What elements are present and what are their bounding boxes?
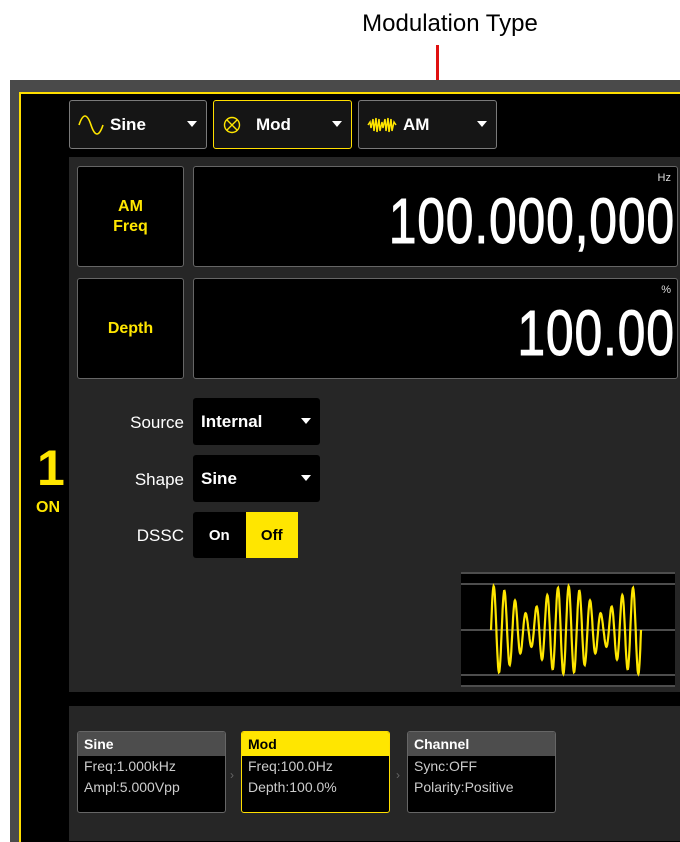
summary-card-line: Polarity:Positive — [414, 779, 514, 795]
depth-label: Depth — [107, 319, 154, 337]
chevron-down-icon — [477, 121, 487, 127]
am-waveform-preview — [461, 572, 675, 687]
channel-state[interactable]: ON — [36, 499, 60, 517]
summary-card-mod[interactable]: Mod Freq:100.0Hz Depth:100.0% — [241, 731, 390, 813]
summary-card-line: Freq:100.0Hz — [248, 758, 333, 774]
mode-label: Mod — [256, 114, 291, 134]
channel-panel: 1 ON Sine Mod AM AM Freq Hz 100.000,000 … — [19, 92, 680, 842]
mode-dropdown[interactable]: Mod — [213, 100, 352, 149]
am-freq-label-line2: Freq — [113, 217, 148, 235]
dssc-off-option[interactable]: Off — [245, 512, 298, 558]
source-value: Internal — [201, 411, 263, 431]
modulation-type-dropdown[interactable]: AM — [358, 100, 497, 149]
summary-card-line: Sync:OFF — [414, 758, 478, 774]
summary-card-line: Depth:100.0% — [248, 779, 337, 795]
chevron-right-icon: › — [230, 768, 234, 782]
chevron-down-icon — [187, 121, 197, 127]
waveform-label: Sine — [110, 114, 146, 134]
dssc-toggle[interactable]: On Off — [193, 512, 298, 558]
source-label: Source — [130, 413, 184, 432]
chevron-right-icon: › — [396, 768, 400, 782]
modulation-type-label: AM — [403, 114, 430, 134]
shape-value: Sine — [201, 468, 237, 488]
shape-label: Shape — [134, 470, 184, 489]
modulation-icon — [223, 116, 241, 133]
sine-wave-icon — [78, 114, 104, 135]
am-freq-label-line1: AM — [118, 197, 143, 215]
depth-unit: % — [661, 284, 671, 296]
am-wave-icon — [367, 117, 397, 132]
am-freq-value-field[interactable]: Hz 100.000,000 — [193, 166, 678, 267]
am-freq-value: 100.000,000 — [388, 185, 675, 258]
summary-card-sine[interactable]: Sine Freq:1.000kHz Ampl:5.000Vpp — [77, 731, 226, 813]
shape-select[interactable]: Sine — [193, 455, 320, 502]
parameter-area: AM Freq Hz 100.000,000 Depth % 100.00 So… — [69, 157, 680, 692]
depth-softkey[interactable]: Depth — [77, 278, 184, 379]
modulation-type-callout: Modulation Type — [362, 10, 538, 37]
summary-card-line: Ampl:5.000Vpp — [84, 779, 180, 795]
chevron-down-icon — [301, 418, 311, 424]
summary-card-title: Channel — [408, 732, 555, 756]
chevron-down-icon — [332, 121, 342, 127]
summary-card-channel[interactable]: Channel Sync:OFF Polarity:Positive — [407, 731, 556, 813]
chevron-down-icon — [301, 475, 311, 481]
depth-value: 100.00 — [517, 297, 675, 370]
waveform-dropdown[interactable]: Sine — [69, 100, 207, 149]
summary-card-title: Mod — [242, 732, 389, 756]
channel-number[interactable]: 1 — [37, 439, 65, 497]
summary-bar: Sine Freq:1.000kHz Ampl:5.000Vpp › Mod F… — [69, 706, 680, 841]
am-freq-unit: Hz — [657, 172, 671, 184]
summary-card-title: Sine — [78, 732, 225, 756]
dssc-label: DSSC — [136, 526, 184, 545]
am-waveform-graph — [461, 572, 675, 687]
depth-value-field[interactable]: % 100.00 — [193, 278, 678, 379]
summary-card-line: Freq:1.000kHz — [84, 758, 176, 774]
instrument-frame: 1 ON Sine Mod AM AM Freq Hz 100.000,000 … — [10, 80, 680, 842]
dssc-on-option[interactable]: On — [193, 512, 246, 558]
source-select[interactable]: Internal — [193, 398, 320, 445]
am-freq-softkey[interactable]: AM Freq — [77, 166, 184, 267]
